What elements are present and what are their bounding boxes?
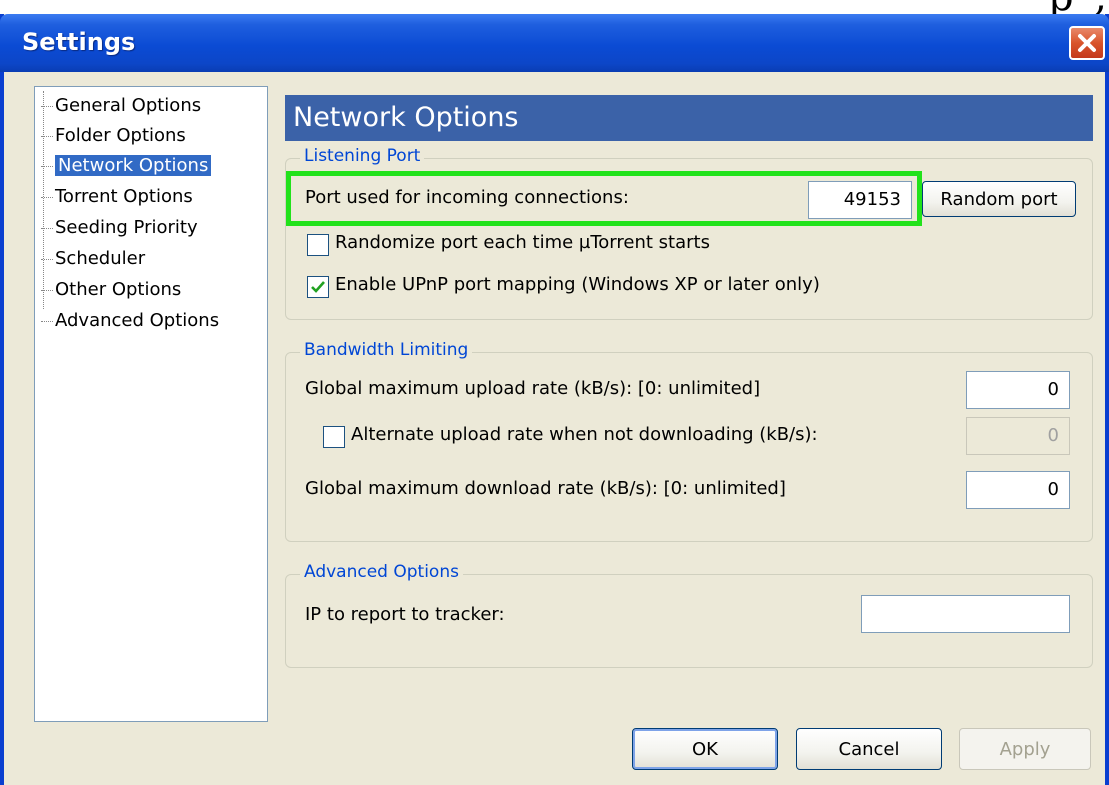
advanced-legend: Advanced Options [300, 562, 463, 582]
alternate-upload-label: Alternate upload rate when not downloadi… [351, 424, 818, 445]
upnp-checkbox[interactable] [307, 276, 329, 298]
cropped-text-fragment: p , [1048, 0, 1109, 14]
nav-item-seeding-priority[interactable]: Seeding Priority [41, 213, 198, 243]
download-rate-input[interactable]: 0 [966, 471, 1070, 509]
nav-item-network-options[interactable]: Network Options [40, 151, 212, 181]
apply-button[interactable]: Apply [959, 728, 1091, 770]
close-icon [1078, 34, 1096, 52]
settings-window: Settings General Options Folder Options … [0, 14, 1109, 785]
cancel-button[interactable]: Cancel [796, 728, 942, 770]
page-top-strip: p , [0, 0, 1109, 14]
download-rate-label: Global maximum download rate (kB/s): [0:… [305, 478, 786, 499]
upload-rate-input[interactable]: 0 [966, 371, 1070, 409]
ip-report-input[interactable] [861, 595, 1070, 633]
randomize-port-label: Randomize port each time µTorrent starts [335, 232, 710, 253]
listening-port-legend: Listening Port [300, 146, 425, 166]
alternate-upload-input[interactable]: 0 [966, 417, 1070, 455]
window-title: Settings [22, 28, 136, 56]
nav-item-other-options[interactable]: Other Options [40, 275, 181, 305]
nav-item-general-options[interactable]: General Options [40, 91, 201, 121]
bandwidth-legend: Bandwidth Limiting [300, 340, 473, 360]
section-heading: Network Options [285, 95, 1093, 141]
port-highlight-box [286, 171, 922, 226]
nav-item-advanced-options[interactable]: Advanced Options [40, 306, 219, 336]
ok-button[interactable]: OK [632, 728, 778, 770]
upload-rate-label: Global maximum upload rate (kB/s): [0: u… [305, 378, 761, 399]
randomize-port-checkbox[interactable] [307, 234, 329, 256]
nav-item-folder-options[interactable]: Folder Options [41, 121, 186, 151]
nav-item-torrent-options[interactable]: Torrent Options [41, 182, 193, 212]
random-port-button[interactable]: Random port [922, 181, 1076, 217]
close-button[interactable] [1069, 26, 1105, 60]
nav-item-scheduler[interactable]: Scheduler [40, 244, 145, 274]
title-bar: Settings [0, 14, 1109, 72]
alternate-upload-checkbox[interactable] [323, 426, 345, 448]
ip-report-label: IP to report to tracker: [305, 604, 505, 625]
checkmark-icon [311, 281, 325, 293]
upnp-label: Enable UPnP port mapping (Windows XP or … [335, 274, 820, 295]
settings-nav-tree: General Options Folder Options Network O… [34, 86, 268, 722]
tree-connector-line [43, 91, 44, 309]
